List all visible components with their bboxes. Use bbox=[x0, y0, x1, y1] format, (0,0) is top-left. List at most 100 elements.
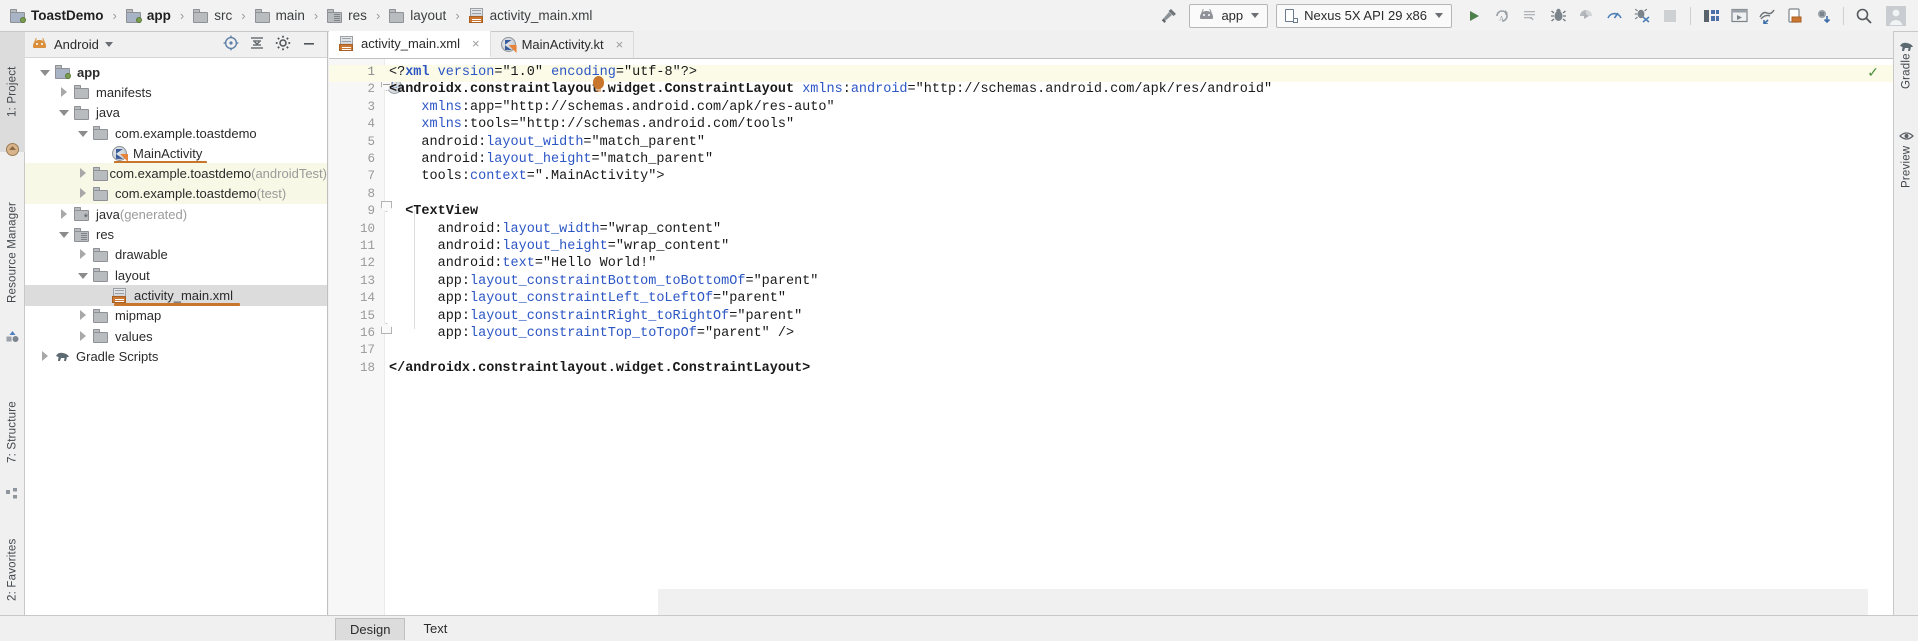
tree-item-gradle-scripts[interactable]: Gradle Scripts bbox=[25, 346, 327, 366]
code-token bbox=[543, 65, 551, 80]
sdk-manager-icon[interactable] bbox=[1697, 0, 1725, 32]
target-crosshair-icon[interactable] bbox=[223, 35, 239, 54]
code-line[interactable]: 4xmlns:tools="http://schemas.android.com… bbox=[329, 117, 1893, 134]
device-file-explorer-icon[interactable] bbox=[1781, 0, 1809, 32]
project-tree[interactable]: appmanifestsjavacom.example.toastdemoMai… bbox=[25, 58, 327, 366]
chevron-right-icon[interactable] bbox=[77, 310, 88, 321]
code-line[interactable]: 11android:layout_height="wrap_content" bbox=[329, 239, 1893, 256]
tab-text[interactable]: Text bbox=[405, 618, 465, 640]
gradle-sync-icon[interactable] bbox=[1809, 0, 1837, 32]
close-icon[interactable]: × bbox=[472, 36, 480, 51]
layout-inspector-icon[interactable] bbox=[1753, 0, 1781, 32]
code-line[interactable]: 16app:layout_constraintTop_toTopOf="pare… bbox=[329, 326, 1893, 343]
code-token: "http://schemas.android.com/apk/res/andr… bbox=[916, 82, 1272, 97]
apply-changes-icon[interactable]: A bbox=[1488, 0, 1516, 32]
code-line[interactable]: 15app:layout_constraintRight_toRightOf="… bbox=[329, 309, 1893, 326]
debug-bug-icon[interactable] bbox=[1544, 0, 1572, 32]
design-text-tab-bar[interactable]: Design Text bbox=[329, 615, 1893, 641]
sidebar-item-structure[interactable]: 7: Structure bbox=[0, 372, 25, 492]
tree-item-res[interactable]: res bbox=[25, 224, 327, 244]
code-line[interactable]: 18</androidx.constraintlayout.widget.Con… bbox=[329, 361, 1893, 378]
sidebar-item-label: 2: Favorites bbox=[7, 538, 19, 600]
breadcrumb-item-layout[interactable]: layout bbox=[387, 0, 448, 32]
breadcrumb-item-src[interactable]: src bbox=[191, 0, 234, 32]
breadcrumb-item-res[interactable]: res bbox=[325, 0, 369, 32]
chevron-right-icon[interactable] bbox=[77, 249, 88, 260]
chevron-right-icon[interactable] bbox=[39, 351, 50, 362]
collapse-all-icon[interactable] bbox=[249, 35, 265, 54]
chevron-right-icon[interactable] bbox=[58, 87, 69, 98]
user-avatar-icon[interactable] bbox=[1882, 0, 1910, 32]
breadcrumb[interactable]: ToastDemo›app›src›main›res›layout›activi… bbox=[0, 0, 594, 32]
code-line[interactable]: 17 bbox=[329, 343, 1893, 360]
chevron-down-icon[interactable] bbox=[77, 270, 88, 281]
tree-item-com-example-toastdemo[interactable]: com.example.toastdemo (androidTest) bbox=[25, 163, 327, 183]
code-token: layout_width bbox=[486, 135, 583, 150]
editor-tab-bar[interactable]: activity_main.xml×MainActivity.kt× bbox=[329, 32, 1893, 59]
chevron-right-icon[interactable] bbox=[58, 209, 69, 220]
apply-code-changes-icon[interactable] bbox=[1516, 0, 1544, 32]
code-line[interactable]: 8 bbox=[329, 187, 1893, 204]
code-line[interactable]: 10android:layout_width="wrap_content" bbox=[329, 222, 1893, 239]
chevron-down-icon[interactable] bbox=[105, 42, 113, 47]
sidebar-item-favorites[interactable]: 2: Favorites bbox=[0, 512, 25, 627]
code-line[interactable]: 5android:layout_width="match_parent" bbox=[329, 135, 1893, 152]
breadcrumb-item-toastdemo[interactable]: ToastDemo bbox=[8, 0, 106, 32]
run-configuration-selector[interactable]: app bbox=[1189, 4, 1268, 28]
project-view-selector-label[interactable]: Android bbox=[54, 37, 99, 52]
attach-debugger-icon[interactable] bbox=[1628, 0, 1656, 32]
device-selector[interactable]: Nexus 5X API 29 x86 bbox=[1276, 4, 1452, 28]
breadcrumb-item-activity-main-xml[interactable]: activity_main.xml bbox=[467, 0, 595, 32]
chevron-right-icon[interactable] bbox=[77, 331, 88, 342]
tree-item-mipmap[interactable]: mipmap bbox=[25, 306, 327, 326]
profiler-icon[interactable] bbox=[1600, 0, 1628, 32]
code-text: app:layout_constraintBottom_toBottomOf="… bbox=[438, 274, 819, 289]
tree-item-com-example-toastdemo[interactable]: com.example.toastdemo bbox=[25, 123, 327, 143]
chevron-right-icon[interactable] bbox=[77, 188, 88, 199]
tree-item-layout[interactable]: layout bbox=[25, 265, 327, 285]
inspection-ok-icon[interactable]: ✓ bbox=[1867, 65, 1879, 82]
gear-icon[interactable] bbox=[275, 35, 291, 54]
tree-item-com-example-toastdemo[interactable]: com.example.toastdemo (test) bbox=[25, 184, 327, 204]
chevron-down-icon[interactable] bbox=[58, 107, 69, 118]
code-token: layout_height bbox=[502, 239, 607, 254]
minimize-icon[interactable] bbox=[301, 35, 317, 54]
hammer-icon[interactable] bbox=[1155, 0, 1183, 32]
tree-item-java[interactable]: java bbox=[25, 103, 327, 123]
tree-item-drawable[interactable]: drawable bbox=[25, 245, 327, 265]
chevron-right-icon[interactable] bbox=[77, 168, 88, 179]
code-line[interactable]: 6android:layout_height="match_parent" bbox=[329, 152, 1893, 169]
avd-manager-icon[interactable] bbox=[1725, 0, 1753, 32]
code-line[interactable]: 2<androidx.constraintlayout.widget.Const… bbox=[329, 82, 1893, 99]
sidebar-item-resource-manager[interactable]: Resource Manager bbox=[0, 172, 25, 332]
code-token: "match_parent" bbox=[600, 152, 713, 167]
tree-item-manifests[interactable]: manifests bbox=[25, 82, 327, 102]
code-line[interactable]: 12android:text="Hello World!" bbox=[329, 256, 1893, 273]
sidebar-item-project[interactable]: 1: Project bbox=[0, 32, 25, 152]
chevron-down-icon[interactable] bbox=[39, 67, 50, 78]
chevron-down-icon[interactable] bbox=[77, 128, 88, 139]
code-line[interactable]: 3xmlns:app="http://schemas.android.com/a… bbox=[329, 100, 1893, 117]
run-coverage-icon[interactable] bbox=[1572, 0, 1600, 32]
code-line[interactable]: 14app:layout_constraintLeft_toLeftOf="pa… bbox=[329, 291, 1893, 308]
code-line[interactable]: 1<?xml version="1.0" encoding="utf-8"?> bbox=[329, 65, 1893, 82]
editor-tab-activity-main-xml[interactable]: activity_main.xml× bbox=[329, 31, 491, 58]
tree-item-java[interactable]: java (generated) bbox=[25, 204, 327, 224]
tree-item-app[interactable]: app bbox=[25, 62, 327, 82]
breadcrumb-item-app[interactable]: app bbox=[124, 0, 173, 32]
tree-item-values[interactable]: values bbox=[25, 326, 327, 346]
stop-icon[interactable] bbox=[1656, 0, 1684, 32]
code-line[interactable]: 9<TextView bbox=[329, 204, 1893, 221]
chevron-down-icon[interactable] bbox=[58, 229, 69, 240]
code-line[interactable]: 13app:layout_constraintBottom_toBottomOf… bbox=[329, 274, 1893, 291]
run-button[interactable] bbox=[1460, 0, 1488, 32]
editor-tab-mainactivity-kt[interactable]: MainActivity.kt× bbox=[491, 31, 635, 58]
code-line[interactable]: 7tools:context=".MainActivity"> bbox=[329, 169, 1893, 186]
code-editor[interactable]: 1<?xml version="1.0" encoding="utf-8"?>2… bbox=[329, 59, 1893, 615]
search-icon[interactable] bbox=[1850, 0, 1878, 32]
breadcrumb-item-main[interactable]: main bbox=[253, 0, 307, 32]
code-token: = bbox=[608, 239, 616, 254]
close-icon[interactable]: × bbox=[616, 37, 624, 52]
tab-design[interactable]: Design bbox=[335, 618, 405, 640]
code-token: xmlns bbox=[421, 100, 462, 115]
